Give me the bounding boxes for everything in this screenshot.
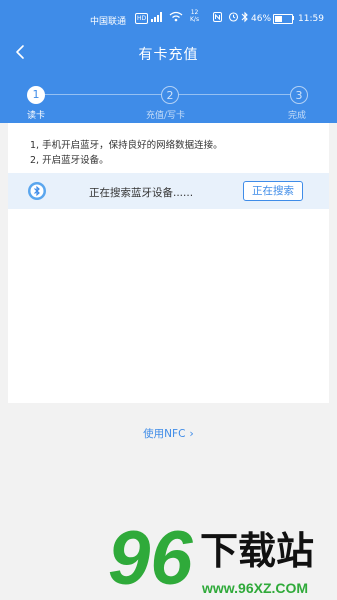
clock: 11:59 <box>298 14 324 24</box>
use-nfc-link[interactable]: 使用NFC › <box>0 426 337 441</box>
battery-fill <box>275 16 283 22</box>
page-title: 有卡充值 <box>138 47 199 63</box>
step-1-label: 读卡 <box>27 111 46 121</box>
search-status-text: 正在搜索蓝牙设备...... <box>89 187 194 199</box>
battery-tip <box>292 16 294 20</box>
instruction-2: 2, 开启蓝牙设备。 <box>30 155 109 166</box>
step-1-circle: 1 <box>27 86 45 104</box>
network-speed-value: 12 <box>190 9 199 16</box>
bluetooth-device-icon <box>28 182 46 200</box>
searching-button[interactable]: 正在搜索 <box>243 181 303 201</box>
bluetooth-status-icon <box>241 11 248 23</box>
carrier-name: 中国联通 <box>90 17 127 27</box>
nfc-icon <box>213 12 222 22</box>
instruction-1: 1, 手机开启蓝牙，保持良好的网络数据连接。 <box>30 140 223 151</box>
watermark-url: www.96XZ.COM <box>201 580 308 596</box>
network-speed-unit: K/s <box>190 16 200 23</box>
step-3-label: 完成 <box>288 111 307 121</box>
battery-percentage: 46% <box>251 14 272 24</box>
watermark-logo: 96 下载站 www.96XZ.COM <box>108 516 314 600</box>
network-speed: 12 K/s <box>190 9 199 23</box>
step-2-label: 充值/写卡 <box>146 111 186 121</box>
step-3-circle: 3 <box>290 86 308 104</box>
chevron-right-icon: › <box>189 427 194 440</box>
step-2-circle: 2 <box>161 86 179 104</box>
wifi-icon <box>169 11 183 22</box>
battery-icon <box>273 14 293 24</box>
status-bar: 中国联通 HD 12 K/s 46% 11:59 <box>0 0 337 36</box>
alarm-icon <box>228 12 239 22</box>
use-nfc-label: 使用NFC <box>143 428 186 440</box>
hd-badge: HD <box>135 13 149 24</box>
watermark-logo-number: 96 <box>108 516 193 600</box>
watermark-logo-text: 下载站 <box>200 529 314 573</box>
signal-icon <box>151 12 162 22</box>
